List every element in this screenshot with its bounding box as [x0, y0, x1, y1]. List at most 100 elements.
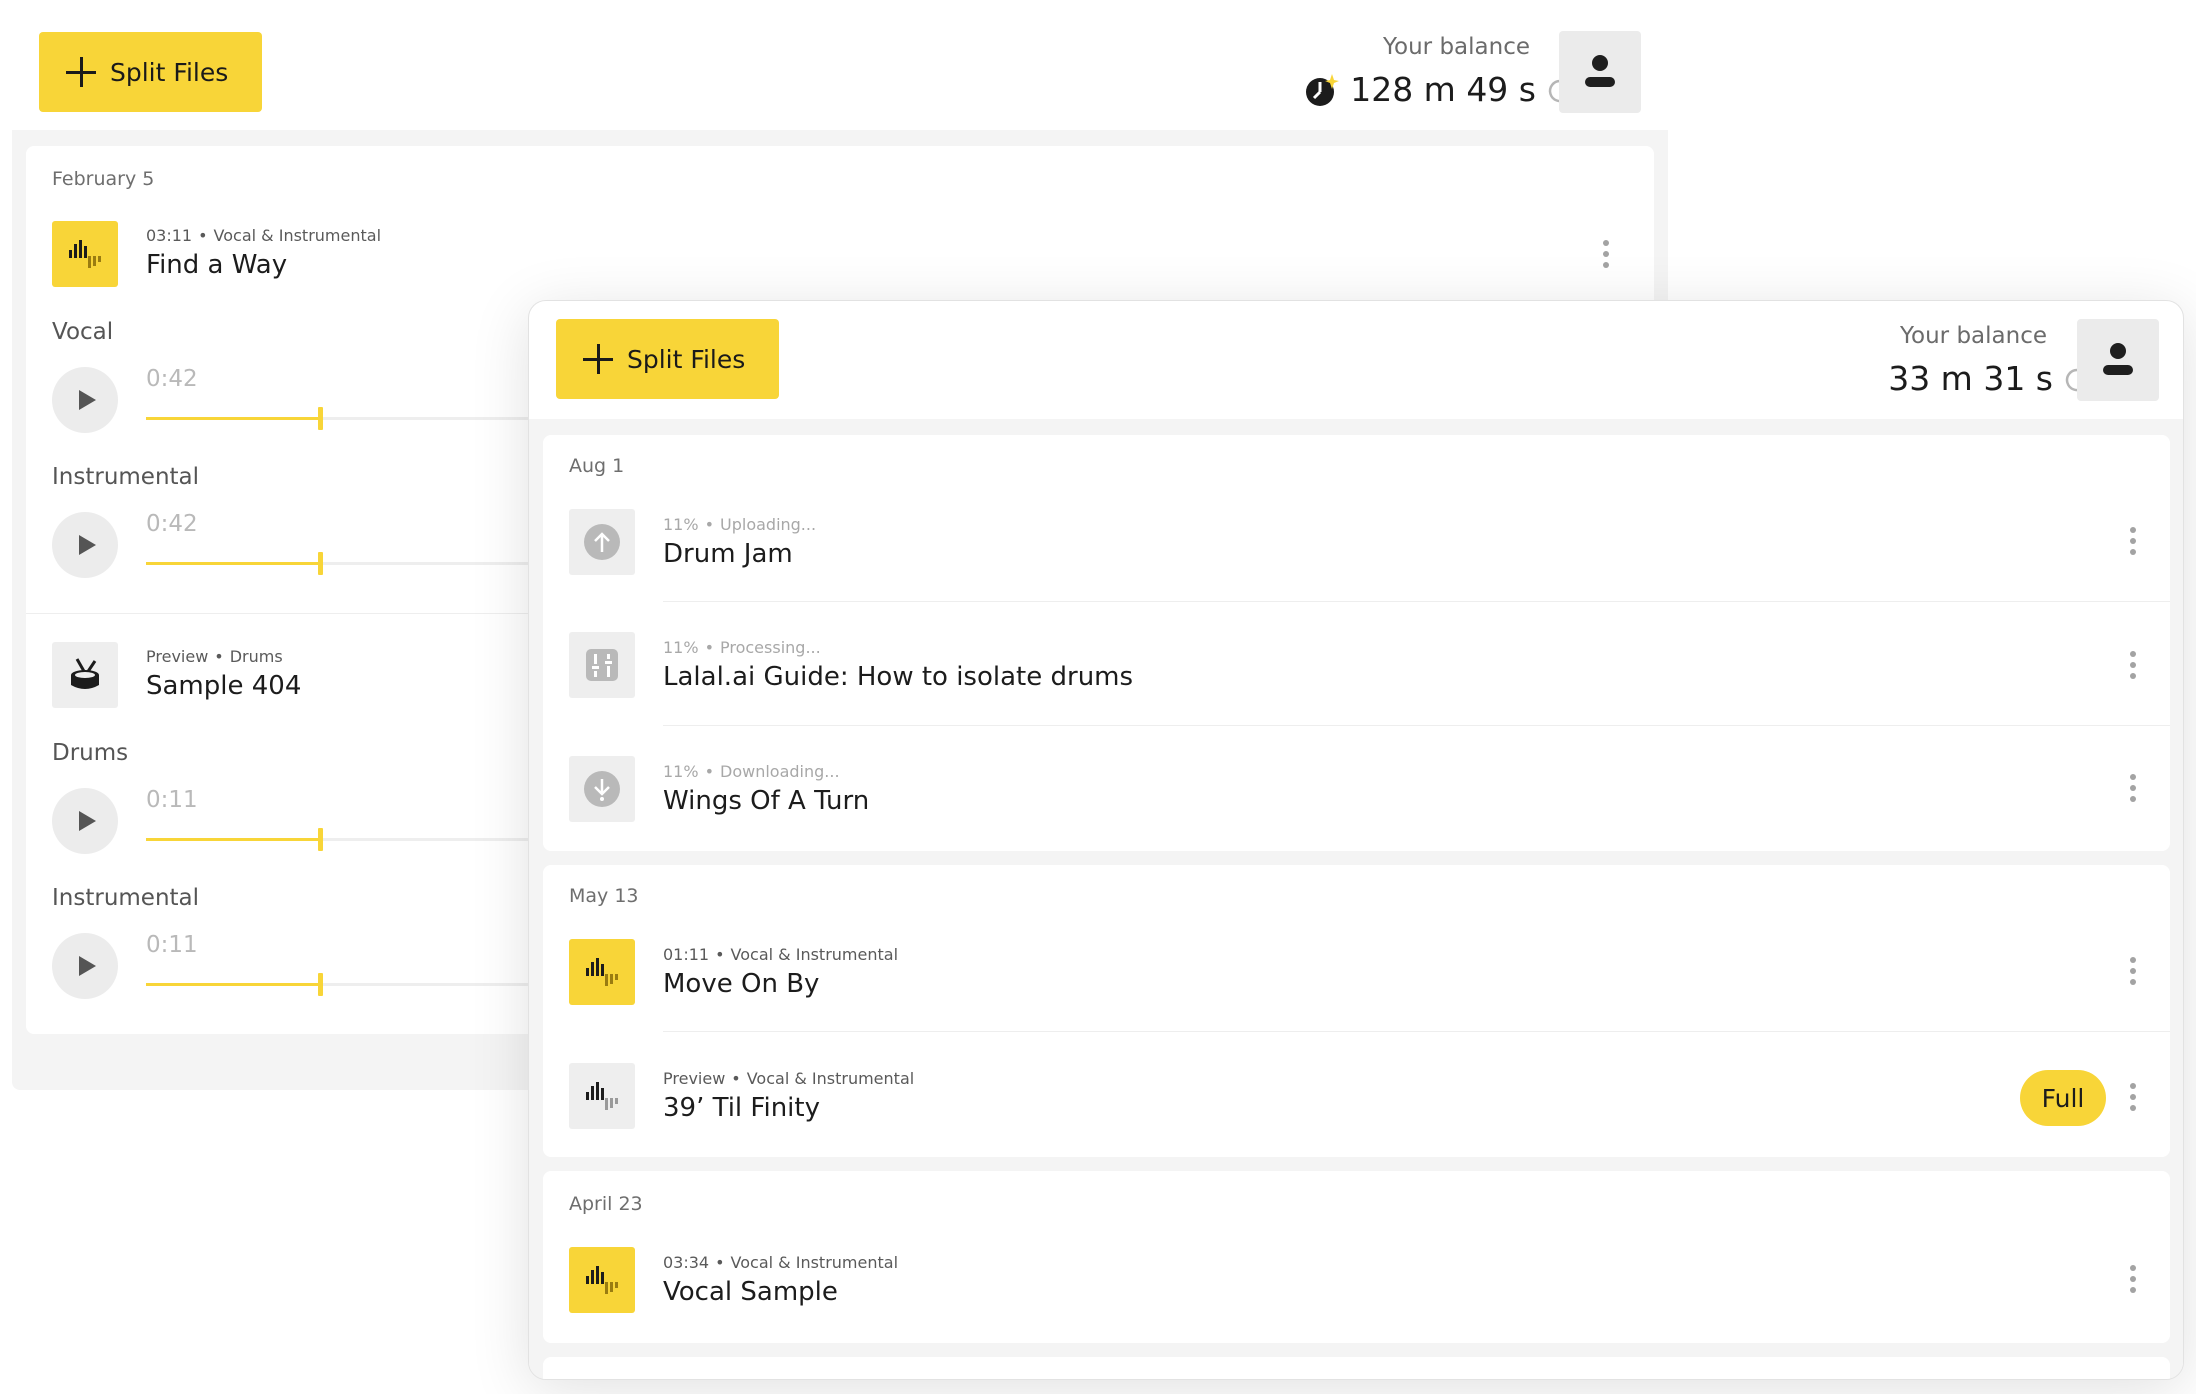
track-thumbnail[interactable]: [52, 221, 118, 287]
track-meta: 11% • Processing...: [663, 638, 821, 657]
upload-icon: [584, 524, 620, 560]
track-title[interactable]: Drum Jam: [663, 539, 793, 569]
stem-progress-handle[interactable]: [318, 552, 323, 575]
user-icon-body: [2103, 365, 2133, 375]
track-duration: 03:11: [146, 226, 193, 245]
track-stem-type: Vocal & Instrumental: [213, 226, 382, 245]
track-thumbnail[interactable]: [569, 1063, 635, 1129]
track-thumbnail[interactable]: [52, 642, 118, 708]
more-options-icon[interactable]: [1594, 234, 1618, 274]
stem-progress-fill: [146, 562, 320, 565]
track-title[interactable]: Sample 404: [146, 671, 301, 701]
group-date: Aug 1: [569, 455, 625, 477]
more-options-icon[interactable]: [2121, 521, 2145, 561]
full-version-button[interactable]: Full: [2020, 1070, 2106, 1126]
track-title[interactable]: Move On By: [663, 969, 819, 999]
waveform-icon: [586, 1082, 618, 1110]
track-meta: 03:11 • Vocal & Instrumental: [146, 226, 382, 245]
balance-label: Your balance: [1900, 323, 2047, 349]
stem-progress-fill: [146, 417, 320, 420]
split-files-button[interactable]: Split Files: [39, 32, 262, 112]
track-title[interactable]: Find a Way: [146, 250, 287, 280]
stem-label: Instrumental: [52, 885, 200, 911]
group-date: April 23: [569, 1193, 643, 1215]
split-files-button[interactable]: Split Files: [556, 319, 779, 399]
track-status: Downloading...: [720, 762, 840, 781]
plus-icon: [66, 57, 96, 87]
track-meta: 01:11 • Vocal & Instrumental: [663, 945, 899, 964]
track-meta: Preview • Vocal & Instrumental: [663, 1069, 915, 1088]
balance-label: Your balance: [1383, 34, 1530, 60]
play-button[interactable]: [52, 367, 118, 433]
stem-progress-handle[interactable]: [318, 828, 323, 851]
track-meta: Preview • Drums: [146, 647, 283, 666]
stem-time: 0:11: [146, 932, 198, 958]
balance-value: 33 m 31 s: [1888, 359, 2091, 398]
track-title[interactable]: Lalal.ai Guide: How to isolate drums: [663, 662, 1133, 692]
track-thumbnail[interactable]: [569, 1247, 635, 1313]
divider: [663, 725, 2170, 726]
track-status: Uploading...: [720, 515, 817, 534]
balance-amount: 33 m 31 s: [1888, 359, 2053, 398]
group-card: Aug 1 11% • Uploading... Drum Jam 11% • …: [543, 435, 2170, 851]
stem-progress-bar[interactable]: [146, 552, 550, 575]
plus-icon: [583, 344, 613, 374]
track-duration: Preview: [146, 647, 209, 666]
user-icon-body: [1585, 77, 1615, 87]
track-title[interactable]: Vocal Sample: [663, 1277, 838, 1307]
group-card: May 13 01:11 • Vocal & Instrumental Move O…: [543, 865, 2170, 1157]
track-thumbnail: [569, 756, 635, 822]
track-title[interactable]: 39’ Til Finity: [663, 1093, 820, 1123]
more-options-icon[interactable]: [2121, 1077, 2145, 1117]
stem-time: 0:42: [146, 511, 198, 537]
track-meta: 03:34 • Vocal & Instrumental: [663, 1253, 899, 1272]
track-duration: 03:34: [663, 1253, 710, 1272]
stem-label: Drums: [52, 740, 129, 766]
stem-time: 0:42: [146, 366, 198, 392]
track-title[interactable]: Wings Of A Turn: [663, 786, 869, 816]
user-icon: [2110, 343, 2126, 359]
stem-progress-bar[interactable]: [146, 828, 550, 851]
track-thumbnail: [569, 632, 635, 698]
stem-progress-fill: [146, 983, 320, 986]
account-button[interactable]: [1559, 31, 1641, 113]
stem-progress-handle[interactable]: [318, 407, 323, 430]
front-list-panel: Aug 1 11% • Uploading... Drum Jam 11% • …: [529, 419, 2183, 1379]
track-thumbnail: [569, 509, 635, 575]
processing-icon: [586, 649, 618, 681]
divider: [663, 1031, 2170, 1032]
split-files-label: Split Files: [110, 57, 229, 87]
stem-label: Vocal: [52, 319, 114, 345]
more-options-icon[interactable]: [2121, 768, 2145, 808]
user-icon: [1592, 55, 1608, 71]
group-card-partial: [543, 1357, 2170, 1379]
track-duration: Preview: [663, 1069, 726, 1088]
more-options-icon[interactable]: [2121, 645, 2145, 685]
balance-amount: 128 m 49 s: [1350, 70, 1536, 109]
stem-progress-handle[interactable]: [318, 973, 323, 996]
play-button[interactable]: [52, 933, 118, 999]
divider: [663, 601, 2170, 602]
track-progress-percent: 11%: [663, 762, 699, 781]
track-thumbnail[interactable]: [569, 939, 635, 1005]
waveform-icon: [69, 240, 101, 268]
track-status: Processing...: [720, 638, 821, 657]
track-stem-type: Drums: [229, 647, 283, 666]
account-button[interactable]: [2077, 319, 2159, 401]
play-button[interactable]: [52, 788, 118, 854]
waveform-icon: [586, 958, 618, 986]
stem-progress-bar[interactable]: [146, 973, 550, 996]
drum-icon: [71, 658, 99, 689]
track-stem-type: Vocal & Instrumental: [730, 945, 899, 964]
group-card: April 23 03:34 • Vocal & Instrumental Voca…: [543, 1171, 2170, 1343]
timer-premium-icon: [1306, 73, 1340, 106]
more-options-icon[interactable]: [2121, 1259, 2145, 1299]
balance-value: 128 m 49 s: [1304, 70, 1574, 109]
stem-progress-bar[interactable]: [146, 407, 550, 430]
more-options-icon[interactable]: [2121, 951, 2145, 991]
track-meta: 11% • Uploading...: [663, 515, 817, 534]
stem-progress-fill: [146, 838, 320, 841]
split-files-label: Split Files: [627, 344, 746, 374]
play-button[interactable]: [52, 512, 118, 578]
download-icon: [584, 771, 620, 807]
